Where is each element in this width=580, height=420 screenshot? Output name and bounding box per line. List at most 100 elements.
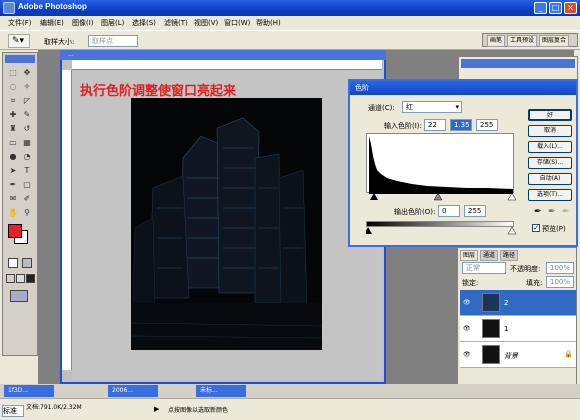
foreground-color-swatch[interactable] [8, 224, 22, 238]
screen-mode-full-menu-icon[interactable] [16, 274, 25, 283]
healing-brush-tool-icon[interactable]: ✚ [7, 109, 19, 121]
type-tool-icon[interactable]: T [21, 165, 33, 177]
minimized-doc-3[interactable]: 未标... [196, 385, 246, 397]
gradient-tool-icon[interactable]: ▦ [21, 137, 33, 149]
output-black-slider[interactable] [366, 227, 372, 234]
visibility-eye-icon[interactable]: 👁 [463, 325, 471, 332]
tool-hint-text: 点按图像以选取新颜色 [168, 407, 229, 414]
cancel-button[interactable]: 取消 [528, 125, 572, 137]
magic-wand-tool-icon[interactable]: ✧ [21, 81, 33, 93]
options-button[interactable]: 选项(T)... [528, 189, 572, 201]
black-eyedropper-icon[interactable]: ✒ [534, 207, 542, 217]
white-eyedropper-icon[interactable]: ✒ [562, 207, 570, 217]
auto-button[interactable]: 自动(A) [528, 173, 572, 185]
screen-mode-full-icon[interactable] [26, 274, 35, 283]
output-white-slider[interactable] [507, 227, 516, 235]
eyedropper-tool-icon[interactable]: ✐ [21, 193, 33, 205]
menu-file[interactable]: 文件(F) [8, 18, 32, 28]
crop-tool-icon[interactable]: ⌗ [7, 95, 19, 107]
jump-to-imageready-icon[interactable] [10, 290, 28, 302]
tab-channels[interactable]: 通道 [480, 250, 499, 261]
history-brush-tool-icon[interactable]: ↺ [21, 123, 33, 135]
brush-tool-icon[interactable]: ✎ [21, 109, 33, 121]
channel-select[interactable]: 红 ▾ [402, 101, 462, 113]
document-title-bar: ... [60, 50, 386, 60]
layer-row-background[interactable]: 👁 背景 🔒 [460, 342, 576, 368]
menu-image[interactable]: 图像(I) [72, 18, 94, 28]
clone-stamp-tool-icon[interactable]: ♜ [7, 123, 19, 135]
pen-tool-icon[interactable]: ✒ [7, 179, 19, 191]
levels-histogram [366, 133, 514, 194]
city-building-photo[interactable] [131, 98, 322, 350]
eyedropper-tool-preset-button[interactable]: ✎▾ [8, 34, 30, 48]
layers-palette: 图层 通道 路径 正常 不透明度: 100% 锁定: 填充: 100% 👁 2 … [457, 247, 577, 403]
input-level-white[interactable]: 255 [476, 119, 498, 131]
menu-layer[interactable]: 图层(L) [101, 18, 124, 28]
opacity-field[interactable]: 100% [546, 262, 574, 274]
menu-filter[interactable]: 滤镜(T) [164, 18, 188, 28]
channel-select-value: 红 [406, 103, 413, 111]
maximize-button[interactable]: □ [549, 2, 562, 14]
chevron-down-icon: ▾ [455, 103, 459, 111]
blend-mode-select[interactable]: 正常 [462, 262, 506, 274]
black-point-slider[interactable] [370, 193, 378, 200]
notes-tool-icon[interactable]: ✉ [7, 193, 19, 205]
blur-tool-icon[interactable]: ● [7, 151, 19, 163]
output-level-black[interactable]: 0 [438, 205, 460, 217]
fill-label: 填充: [526, 279, 543, 287]
palette-tab-brushes[interactable]: 画笔 [487, 35, 506, 47]
navigator-palette-header [461, 59, 575, 68]
ok-button[interactable]: 好 [528, 109, 572, 121]
eraser-tool-icon[interactable]: ▭ [7, 137, 19, 149]
zoom-tool-icon[interactable]: ⚲ [21, 207, 33, 219]
screen-mode-standard-icon[interactable] [6, 274, 15, 283]
sample-size-select[interactable]: 取样点 [88, 35, 138, 47]
slice-tool-icon[interactable]: ◸ [21, 95, 33, 107]
palette-well: 画笔 工具预设 图层复合 [482, 33, 578, 47]
marquee-tool-icon[interactable]: ⬚ [7, 67, 19, 79]
menu-view[interactable]: 视图(V) [194, 18, 218, 28]
minimized-doc-2[interactable]: 2006... [108, 385, 158, 397]
input-level-gamma[interactable]: 1.35 [450, 119, 472, 131]
tab-layers[interactable]: 图层 [460, 250, 479, 261]
menu-help[interactable]: 帮助(H) [256, 18, 281, 28]
layer-row-2[interactable]: 👁 2 [460, 290, 576, 316]
close-button[interactable]: × [564, 2, 577, 14]
preview-checkbox[interactable]: ✓ [532, 224, 540, 232]
menu-edit[interactable]: 编辑(E) [40, 18, 64, 28]
palette-tab-tool-presets[interactable]: 工具预设 [507, 35, 538, 47]
layer-name: 2 [504, 299, 509, 307]
standard-mode-icon[interactable] [8, 258, 18, 268]
lasso-tool-icon[interactable]: ◌ [7, 81, 19, 93]
gray-eyedropper-icon[interactable]: ✒ [548, 207, 556, 217]
output-level-white[interactable]: 255 [464, 205, 486, 217]
visibility-eye-icon[interactable]: 👁 [463, 351, 471, 358]
layer-row-1[interactable]: 👁 1 [460, 316, 576, 342]
shape-tool-icon[interactable]: ▢ [21, 179, 33, 191]
path-selection-tool-icon[interactable]: ➤ [7, 165, 19, 177]
fill-field[interactable]: 100% [546, 276, 574, 288]
menu-bar: 文件(F) 编辑(E) 图像(I) 图层(L) 选择(S) 滤镜(T) 视图(V… [0, 16, 580, 30]
load-button[interactable]: 载入(L)... [528, 141, 572, 153]
quick-mask-mode-icon[interactable] [22, 258, 32, 268]
arrow-right-icon: ▶ [154, 405, 160, 413]
tab-paths[interactable]: 路径 [500, 250, 519, 261]
input-level-black[interactable]: 22 [424, 119, 446, 131]
palette-tab-layer-comps[interactable]: 图层复合 [539, 35, 570, 47]
minimized-doc-1[interactable]: 1f3D... [4, 385, 54, 397]
move-tool-icon[interactable]: ✥ [21, 67, 33, 79]
minimize-button[interactable]: _ [534, 2, 547, 14]
sample-size-label: 取样大小: [44, 38, 75, 46]
visibility-eye-icon[interactable]: 👁 [463, 299, 471, 306]
gamma-slider[interactable] [433, 193, 443, 201]
zoom-field[interactable]: 标准 [2, 405, 24, 417]
navigator-palette [458, 56, 578, 80]
menu-window[interactable]: 窗口(W) [224, 18, 250, 28]
dodge-tool-icon[interactable]: ◔ [21, 151, 33, 163]
save-button[interactable]: 存储(S)... [528, 157, 572, 169]
white-point-slider[interactable] [507, 193, 516, 201]
hand-tool-icon[interactable]: ✋ [7, 207, 19, 219]
preview-label: 预览(P) [542, 225, 566, 233]
title-bar: Adobe Photoshop _ □ × [0, 0, 580, 16]
menu-select[interactable]: 选择(S) [132, 18, 156, 28]
